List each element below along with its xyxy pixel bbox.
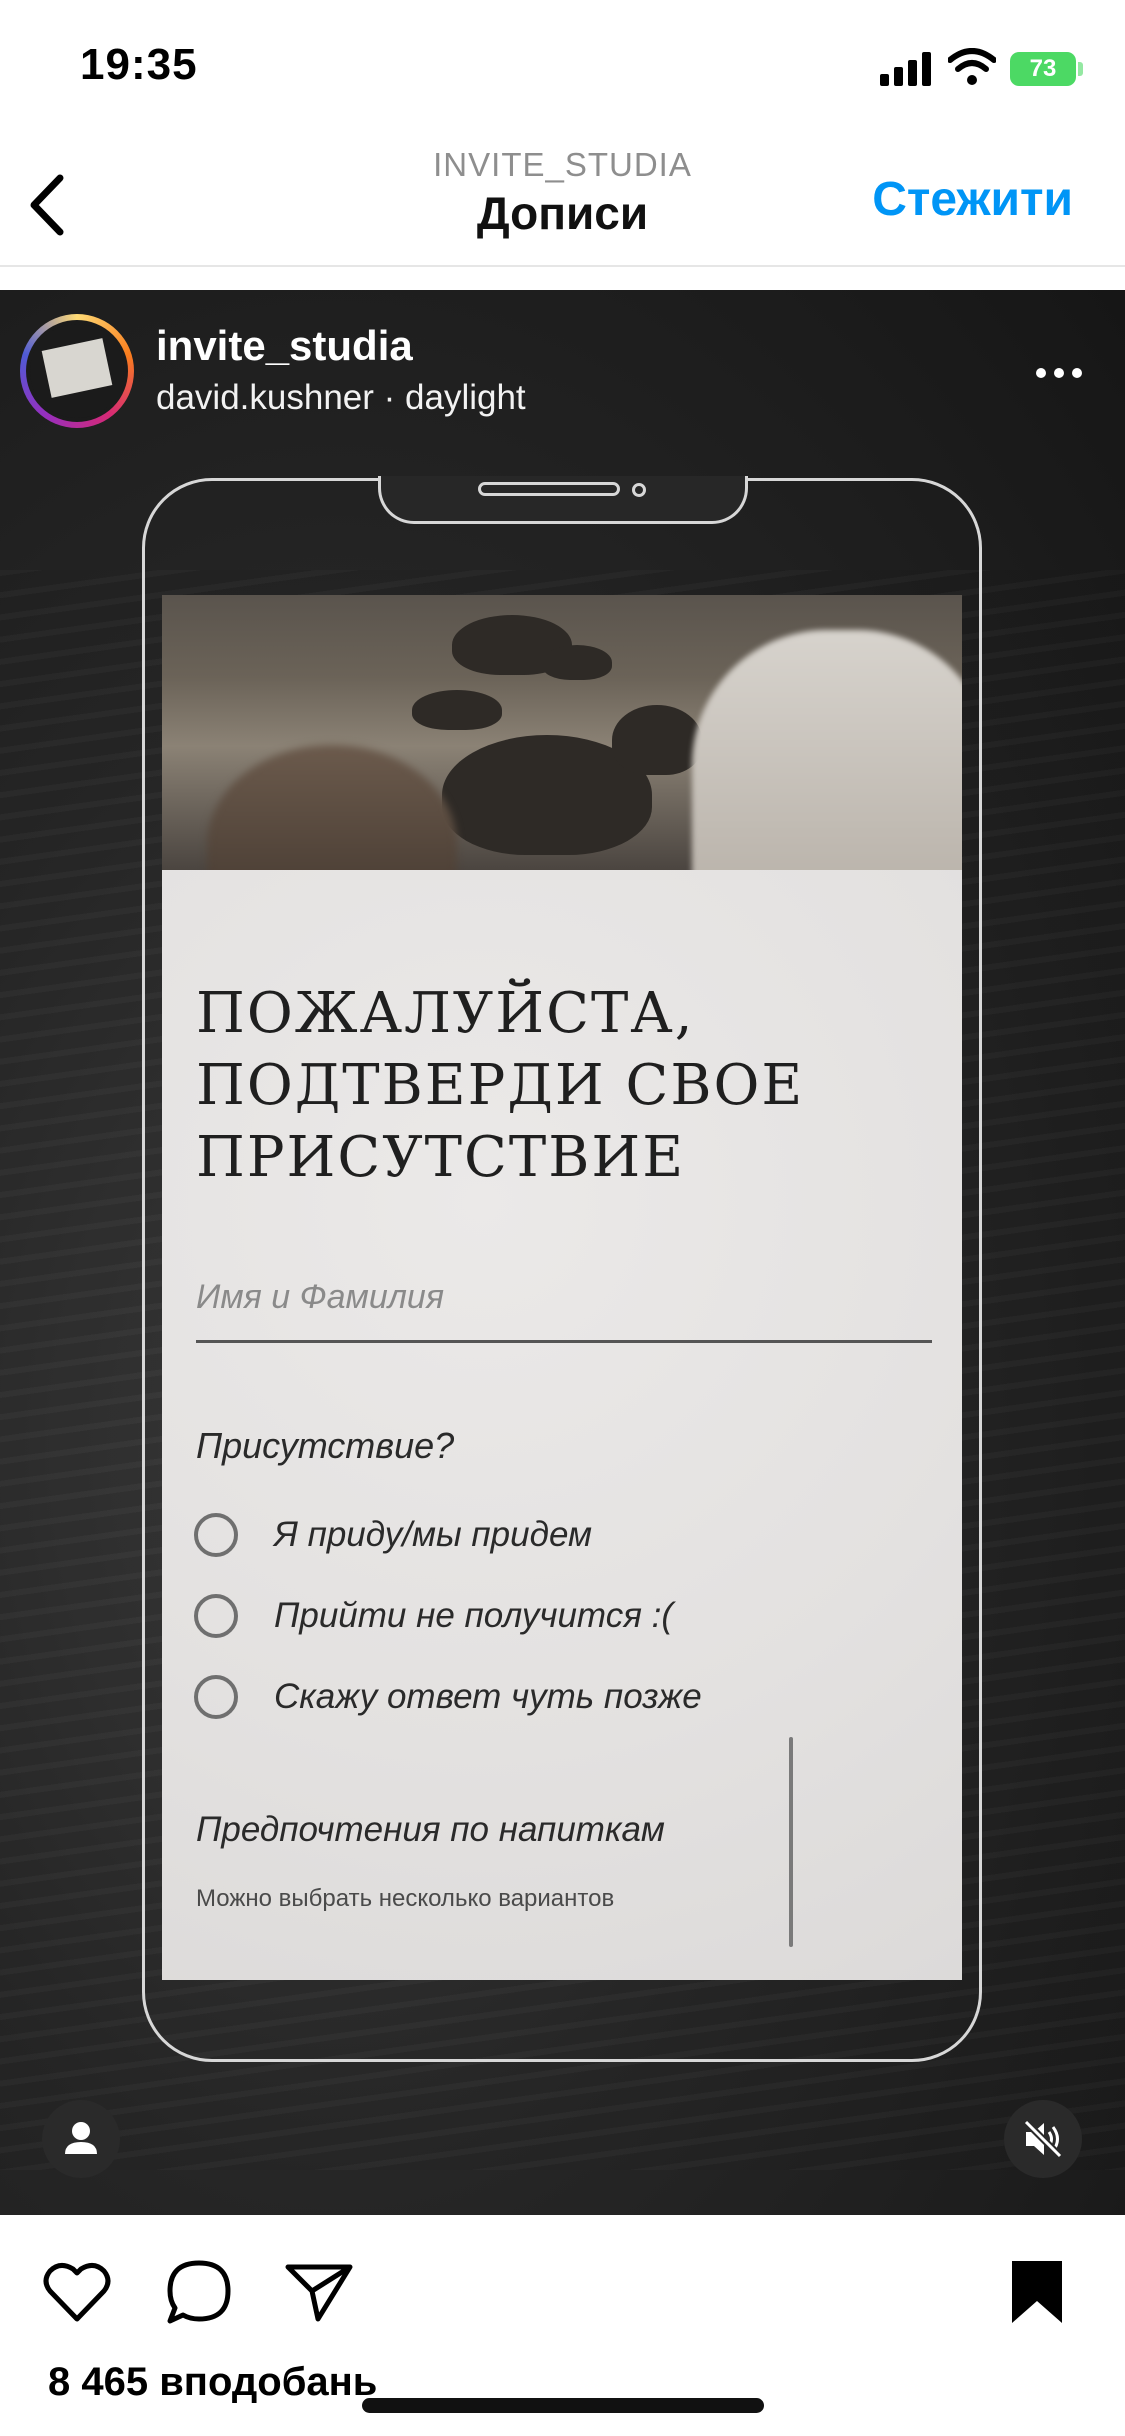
avatar[interactable] <box>26 320 128 422</box>
invite-screen: Пожалуйста, подтверди свое присутствие И… <box>162 595 962 1980</box>
battery-icon: 73 <box>1010 52 1076 86</box>
home-indicator[interactable] <box>362 2398 764 2413</box>
wifi-icon <box>948 48 996 85</box>
battery-tip <box>1078 62 1083 76</box>
radio-option-attend[interactable]: Я приду/мы придем <box>194 1505 894 1565</box>
post-audio[interactable]: david.kushner · daylight <box>156 378 526 418</box>
tagged-people-button[interactable] <box>42 2100 120 2178</box>
name-input[interactable]: Имя и Фамилия <box>196 1270 932 1343</box>
rock <box>542 645 612 680</box>
post-username[interactable]: invite_studia <box>156 322 413 370</box>
scrollbar <box>789 1737 793 1947</box>
bookmark-icon[interactable] <box>1000 2255 1074 2329</box>
likes-count[interactable]: 8 465 вподобань <box>48 2360 377 2405</box>
post-actions <box>0 2215 1125 2365</box>
radio-button[interactable] <box>194 1675 238 1719</box>
status-time: 19:35 <box>80 40 198 89</box>
follow-button[interactable]: Стежити <box>872 172 1073 227</box>
send-icon[interactable] <box>282 2255 356 2329</box>
avatar-image <box>41 338 113 398</box>
phone-camera <box>632 483 646 497</box>
radio-label: Я приду/мы придем <box>274 1515 593 1554</box>
radio-option-decline[interactable]: Прийти не получится :( <box>194 1586 894 1646</box>
couple-photo <box>162 595 962 870</box>
battery-level: 73 <box>1029 55 1057 82</box>
cellular-signal-icon <box>880 52 931 86</box>
speaker-muted-icon <box>1023 2119 1063 2159</box>
radio-label: Прийти не получится :( <box>274 1596 673 1635</box>
radio-button[interactable] <box>194 1594 238 1638</box>
phone-speaker <box>478 482 620 496</box>
comment-icon[interactable] <box>162 2255 236 2329</box>
more-horizontal-icon[interactable] <box>1034 366 1084 380</box>
drinks-hint: Можно выбрать несколько вариантов <box>196 1885 615 1912</box>
form-title: Пожалуйста, подтверди свое присутствие <box>196 981 805 1190</box>
radio-button[interactable] <box>194 1513 238 1557</box>
mute-button[interactable] <box>1004 2100 1082 2178</box>
rock <box>412 690 502 730</box>
status-bar: 19:35 73 <box>0 0 1125 140</box>
nav-header: INVITE_STUDIA Дописи Стежити <box>0 140 1125 267</box>
rsvp-form: Пожалуйста, подтверди свое присутствие И… <box>162 870 962 1980</box>
person-icon <box>65 2122 97 2154</box>
drinks-label: Предпочтения по напиткам <box>196 1810 665 1849</box>
radio-label: Скажу ответ чуть позже <box>274 1677 702 1716</box>
heart-icon[interactable] <box>40 2255 114 2329</box>
radio-option-later[interactable]: Скажу ответ чуть позже <box>194 1667 894 1727</box>
post-media[interactable]: invite_studia david.kushner · daylight П… <box>0 290 1125 2215</box>
rock <box>612 705 702 775</box>
woman-figure <box>207 745 457 870</box>
man-figure <box>692 630 962 870</box>
attendance-question: Присутствие? <box>196 1425 455 1466</box>
name-placeholder: Имя и Фамилия <box>196 1278 444 1316</box>
